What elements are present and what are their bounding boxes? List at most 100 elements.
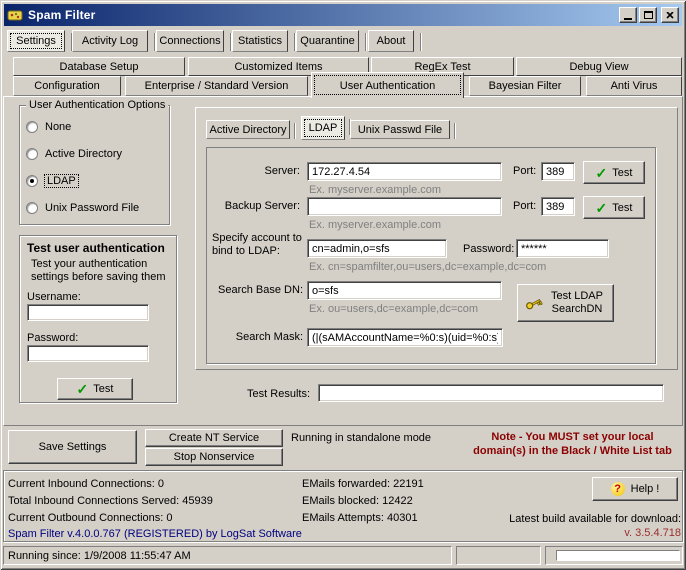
password-label: Password: bbox=[27, 332, 78, 344]
help-button[interactable]: ? Help ! bbox=[592, 477, 678, 501]
tab-database-setup[interactable]: Database Setup bbox=[13, 57, 185, 76]
search-base-field[interactable] bbox=[307, 281, 502, 300]
tab-ldap[interactable]: LDAP bbox=[301, 116, 345, 140]
bind-password-label: Password: bbox=[463, 243, 514, 255]
radio-none-icon bbox=[26, 121, 38, 133]
running-since-text: Running since: 1/9/2008 11:55:47 AM bbox=[8, 550, 191, 562]
search-mask-label: Search Mask: bbox=[203, 331, 303, 343]
stat-current-inbound: Current Inbound Connections: 0 bbox=[8, 476, 164, 493]
server-test-button-label: Test bbox=[612, 167, 632, 179]
close-button[interactable] bbox=[661, 7, 679, 23]
username-field[interactable] bbox=[27, 304, 149, 321]
test-auth-title: Test user authentication bbox=[27, 241, 165, 255]
backup-port-field[interactable] bbox=[541, 197, 575, 216]
tab-bayesian-filter[interactable]: Bayesian Filter bbox=[469, 76, 581, 96]
tab-enterprise-standard-version[interactable]: Enterprise / Standard Version bbox=[125, 76, 308, 96]
key-icon bbox=[525, 296, 543, 311]
stat-total-inbound: Total Inbound Connections Served: 45939 bbox=[8, 493, 213, 510]
auth-options-title: User Authentication Options bbox=[26, 99, 168, 111]
stat-label: EMails forwarded: bbox=[302, 478, 390, 490]
tab-activity-log[interactable]: Activity Log bbox=[72, 30, 148, 52]
backup-server-field[interactable] bbox=[307, 197, 502, 216]
maximize-icon bbox=[644, 11, 653, 19]
statusbar-panel-2 bbox=[456, 546, 541, 565]
latest-build-label: Latest build available for download: bbox=[509, 513, 681, 525]
bind-account-hint: Ex. cn=spamfilter,ou=users,dc=example,dc… bbox=[309, 261, 546, 273]
search-mask-field[interactable] bbox=[307, 328, 503, 347]
stat-value: 45939 bbox=[182, 495, 213, 507]
search-base-label: Search Base DN: bbox=[203, 284, 303, 296]
stat-value: 0 bbox=[166, 512, 172, 524]
test-auth-description: Test your authentication settings before… bbox=[31, 258, 171, 284]
tab-statistics[interactable]: Statistics bbox=[232, 30, 288, 52]
tab-active-directory[interactable]: Active Directory bbox=[206, 120, 290, 139]
stat-label: Total Inbound Connections Served: bbox=[8, 495, 179, 507]
radio-unix-password-file[interactable]: Unix Password File bbox=[26, 202, 139, 214]
test-results-field[interactable] bbox=[318, 384, 664, 402]
radio-unix-password-file-icon bbox=[26, 202, 38, 214]
server-port-label: Port: bbox=[513, 165, 536, 177]
tab-quarantine[interactable]: Quarantine bbox=[296, 30, 359, 52]
server-port-field[interactable] bbox=[541, 162, 575, 181]
test-ldap-searchdn-button[interactable]: Test LDAP SearchDN bbox=[517, 284, 614, 322]
radio-none[interactable]: None bbox=[26, 121, 71, 133]
radio-ldap-icon bbox=[26, 175, 38, 187]
stat-value: 0 bbox=[158, 478, 164, 490]
latest-build-version: v. 3.5.4.718 bbox=[624, 527, 681, 539]
radio-ldap-label: LDAP bbox=[45, 175, 78, 187]
stat-value: 12422 bbox=[382, 495, 413, 507]
radio-unix-password-file-label: Unix Password File bbox=[45, 202, 139, 214]
app-window: Spam Filter Settings Activity Log Connec… bbox=[0, 0, 686, 570]
stat-current-outbound: Current Outbound Connections: 0 bbox=[8, 510, 173, 527]
stat-value: 22191 bbox=[393, 478, 424, 490]
tab-settings[interactable]: Settings bbox=[7, 30, 65, 52]
tab-debug-view[interactable]: Debug View bbox=[516, 57, 682, 76]
backup-server-label: Backup Server: bbox=[203, 200, 300, 212]
search-base-hint: Ex. ou=users,dc=example,dc=com bbox=[309, 303, 478, 315]
radio-active-directory[interactable]: Active Directory bbox=[26, 148, 122, 160]
radio-active-directory-label: Active Directory bbox=[45, 148, 122, 160]
tab-anti-virus[interactable]: Anti Virus bbox=[586, 76, 682, 96]
stat-label: Current Inbound Connections: bbox=[8, 478, 155, 490]
stat-label: EMails Attempts: bbox=[302, 512, 384, 524]
tab-user-authentication[interactable]: User Authentication bbox=[311, 72, 464, 98]
radio-ldap[interactable]: LDAP bbox=[26, 175, 78, 187]
help-button-label: Help ! bbox=[631, 483, 660, 495]
test-auth-button-label: Test bbox=[93, 383, 113, 395]
tab-unix-passwd-file[interactable]: Unix Passwd File bbox=[350, 120, 450, 139]
test-results-label: Test Results: bbox=[210, 388, 310, 400]
radio-active-directory-icon bbox=[26, 148, 38, 160]
check-icon: ✓ bbox=[77, 384, 89, 394]
statusbar-progress-area bbox=[556, 550, 680, 561]
radio-none-label: None bbox=[45, 121, 71, 133]
app-icon bbox=[7, 7, 23, 23]
tab-about[interactable]: About bbox=[368, 30, 414, 52]
stat-emails-blocked: EMails blocked: 12422 bbox=[302, 493, 413, 510]
test-auth-button[interactable]: ✓ Test bbox=[57, 378, 133, 400]
backup-test-button[interactable]: ✓ Test bbox=[583, 196, 645, 219]
tab-connections[interactable]: Connections bbox=[156, 30, 224, 52]
check-icon: ✓ bbox=[596, 168, 608, 178]
standalone-mode-text: Running in standalone mode bbox=[291, 432, 431, 444]
server-test-button[interactable]: ✓ Test bbox=[583, 161, 645, 184]
maximize-button[interactable] bbox=[639, 7, 657, 23]
tab-configuration[interactable]: Configuration bbox=[13, 76, 121, 96]
server-field[interactable] bbox=[307, 162, 502, 181]
domains-note: Note - You MUST set your local domain(s)… bbox=[465, 430, 680, 458]
close-icon bbox=[666, 12, 674, 19]
app-version-text: Spam Filter v.4.0.0.767 (REGISTERED) by … bbox=[8, 528, 302, 540]
test-ldap-searchdn-label: Test LDAP SearchDN bbox=[548, 290, 606, 316]
stop-nonservice-button[interactable]: Stop Nonservice bbox=[145, 448, 283, 466]
bind-account-field[interactable] bbox=[307, 239, 447, 258]
server-hint: Ex. myserver.example.com bbox=[309, 184, 441, 196]
password-field[interactable] bbox=[27, 345, 149, 362]
save-settings-button[interactable]: Save Settings bbox=[8, 430, 137, 464]
stat-emails-forwarded: EMails forwarded: 22191 bbox=[302, 476, 424, 493]
backup-port-label: Port: bbox=[513, 200, 536, 212]
window-title: Spam Filter bbox=[28, 8, 617, 22]
bind-account-label: Specify account to bind to LDAP: bbox=[212, 232, 307, 258]
bind-password-field[interactable] bbox=[516, 239, 609, 258]
stat-value: 40301 bbox=[387, 512, 418, 524]
create-nt-service-button[interactable]: Create NT Service bbox=[145, 429, 283, 447]
minimize-button[interactable] bbox=[619, 7, 637, 23]
